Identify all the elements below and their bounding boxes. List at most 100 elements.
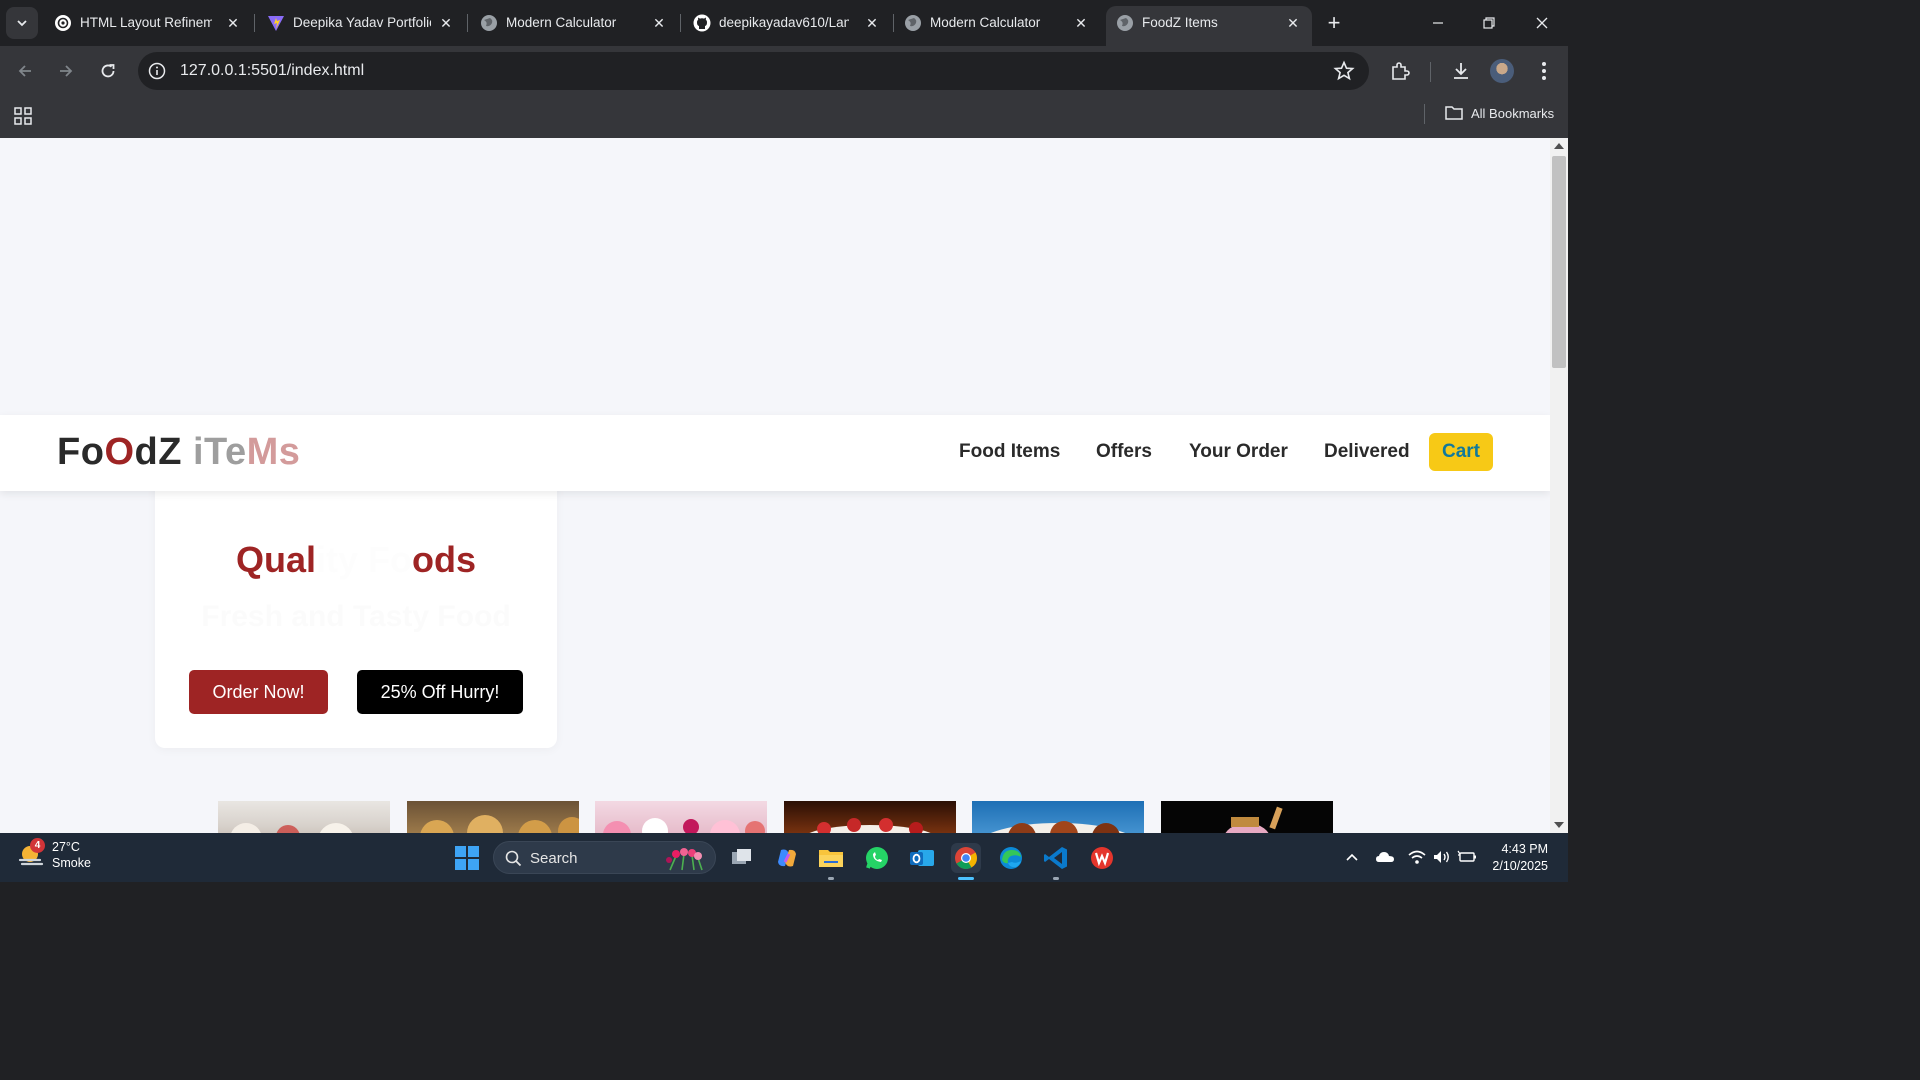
tab-title: Modern Calculator [506, 15, 617, 30]
discount-offer-button[interactable]: 25% Off Hurry! [357, 670, 523, 714]
food-image-icecream[interactable] [218, 801, 390, 833]
folder-icon [1445, 106, 1463, 120]
hero-title-part: ity Fo [316, 539, 412, 580]
minimize-icon[interactable] [1423, 8, 1453, 38]
download-icon[interactable] [1449, 59, 1473, 83]
outlook-icon[interactable] [907, 843, 937, 873]
clock-date: 2/10/2025 [1492, 859, 1548, 873]
back-icon[interactable] [11, 57, 39, 85]
cart-button[interactable]: Cart [1429, 433, 1493, 471]
windows-taskbar: 4 27°C Smoke Search 4:43 PM 2/10/2025 [0, 833, 1568, 882]
battery-icon[interactable] [1457, 847, 1477, 867]
browser-tab[interactable]: HTML Layout Refineme ✕ [44, 6, 250, 40]
site-info-icon[interactable] [148, 62, 166, 80]
edge-icon[interactable] [996, 843, 1026, 873]
logo-part: Ms [246, 431, 301, 473]
globe-icon [480, 14, 498, 32]
reload-icon[interactable] [94, 57, 122, 85]
page-scrollbar[interactable] [1550, 138, 1568, 833]
tab-divider [467, 14, 468, 32]
browser-tab[interactable]: deepikayadav610/Land ✕ [683, 6, 889, 40]
copilot-icon[interactable] [772, 843, 802, 873]
taskbar-search[interactable]: Search [493, 841, 716, 874]
vscode-icon[interactable] [1041, 843, 1071, 880]
food-image-cookies[interactable] [407, 801, 579, 833]
new-tab-button[interactable]: + [1320, 9, 1348, 37]
windows-start-icon[interactable] [455, 846, 479, 870]
hero-title: Quality Foods [155, 539, 557, 581]
nav-link-offers[interactable]: Offers [1096, 441, 1152, 463]
chatgpt-icon [54, 14, 72, 32]
browser-tab[interactable]: Modern Calculator ✕ [470, 6, 676, 40]
globe-icon [904, 14, 922, 32]
scrollbar-thumb[interactable] [1552, 156, 1566, 368]
github-icon [693, 14, 711, 32]
tab-title: Deepika Yadav Portfolio [293, 15, 431, 30]
task-view-icon[interactable] [727, 843, 757, 873]
tab-title: FoodZ Items [1142, 15, 1218, 30]
close-tab-icon[interactable]: ✕ [1070, 12, 1092, 34]
close-tab-icon[interactable]: ✕ [435, 12, 457, 34]
tab-search-button[interactable] [6, 7, 38, 39]
food-image-gulab-jamun[interactable] [972, 801, 1144, 833]
site-logo[interactable]: FoOdZ iTeMs [57, 431, 300, 474]
show-hidden-icons-icon[interactable] [1342, 847, 1362, 867]
bookmark-star-icon[interactable] [1333, 60, 1355, 82]
system-clock[interactable]: 4:43 PM 2/10/2025 [1484, 841, 1548, 875]
clock-time: 4:43 PM [1501, 842, 1548, 856]
volume-icon[interactable] [1432, 847, 1452, 867]
nav-link-delivered[interactable]: Delivered [1324, 441, 1410, 463]
onedrive-icon[interactable] [1375, 847, 1395, 867]
restore-icon[interactable] [1474, 8, 1504, 38]
tab-title: deepikayadav610/Land [719, 15, 849, 30]
chrome-icon[interactable] [951, 843, 981, 880]
profile-avatar[interactable] [1490, 59, 1514, 83]
forward-icon[interactable] [52, 57, 80, 85]
browser-tab[interactable]: Deepika Yadav Portfolio ✕ [257, 6, 463, 40]
close-tab-icon[interactable]: ✕ [1282, 12, 1304, 34]
nav-link-food-items[interactable]: Food Items [959, 441, 1060, 463]
address-bar[interactable]: 127.0.0.1:5501/index.html [138, 52, 1369, 90]
tab-title: HTML Layout Refineme [80, 15, 212, 30]
file-explorer-icon[interactable] [816, 843, 846, 880]
food-image-cupcakes[interactable] [595, 801, 767, 833]
close-window-icon[interactable] [1527, 8, 1557, 38]
close-tab-icon[interactable]: ✕ [222, 12, 244, 34]
tab-title: Modern Calculator [930, 15, 1041, 30]
more-menu-icon[interactable] [1532, 59, 1556, 83]
browser-toolbar: 127.0.0.1:5501/index.html [0, 46, 1568, 96]
weather-widget[interactable]: 4 27°C Smoke [16, 838, 91, 871]
nav-link-your-order[interactable]: Your Order [1189, 441, 1288, 463]
site-navbar: FoOdZ iTeMs Food Items Offers Your Order… [0, 415, 1550, 491]
whatsapp-icon[interactable] [862, 843, 892, 873]
wifi-icon[interactable] [1407, 847, 1427, 867]
all-bookmarks-button[interactable]: All Bookmarks [1445, 105, 1554, 121]
food-image-strawberry-cake[interactable] [784, 801, 956, 833]
bookmarks-bar: All Bookmarks [0, 96, 1568, 138]
food-gallery [0, 801, 1550, 833]
chevron-down-icon [17, 20, 27, 27]
scroll-down-arrow-icon[interactable] [1554, 822, 1564, 828]
order-now-button[interactable]: Order Now! [189, 670, 328, 714]
close-tab-icon[interactable]: ✕ [861, 12, 883, 34]
weather-temperature: 27°C [52, 840, 80, 854]
notification-badge: 4 [30, 838, 45, 853]
logo-part: O [104, 431, 135, 473]
search-icon [505, 850, 522, 867]
browser-tab[interactable]: Modern Calculator ✕ [894, 6, 1100, 40]
apps-grid-icon[interactable] [13, 106, 33, 126]
wps-office-icon[interactable] [1087, 843, 1117, 873]
logo-part: Fo [57, 431, 105, 473]
browser-tab-active[interactable]: FoodZ Items ✕ [1106, 6, 1312, 46]
hero-subtitle: Fresh and Tasty Food [201, 600, 511, 633]
bookmarks-divider [1424, 104, 1425, 124]
toolbar-divider [1430, 62, 1431, 82]
food-image-chocolate-dessert[interactable] [1161, 801, 1333, 833]
running-indicator [1053, 877, 1059, 880]
hero-title-part: ods [412, 539, 477, 580]
close-tab-icon[interactable]: ✕ [648, 12, 670, 34]
scroll-up-arrow-icon[interactable] [1554, 143, 1564, 149]
logo-part: iTe [181, 431, 247, 473]
weather-condition: Smoke [52, 856, 91, 870]
extensions-icon[interactable] [1388, 59, 1412, 83]
